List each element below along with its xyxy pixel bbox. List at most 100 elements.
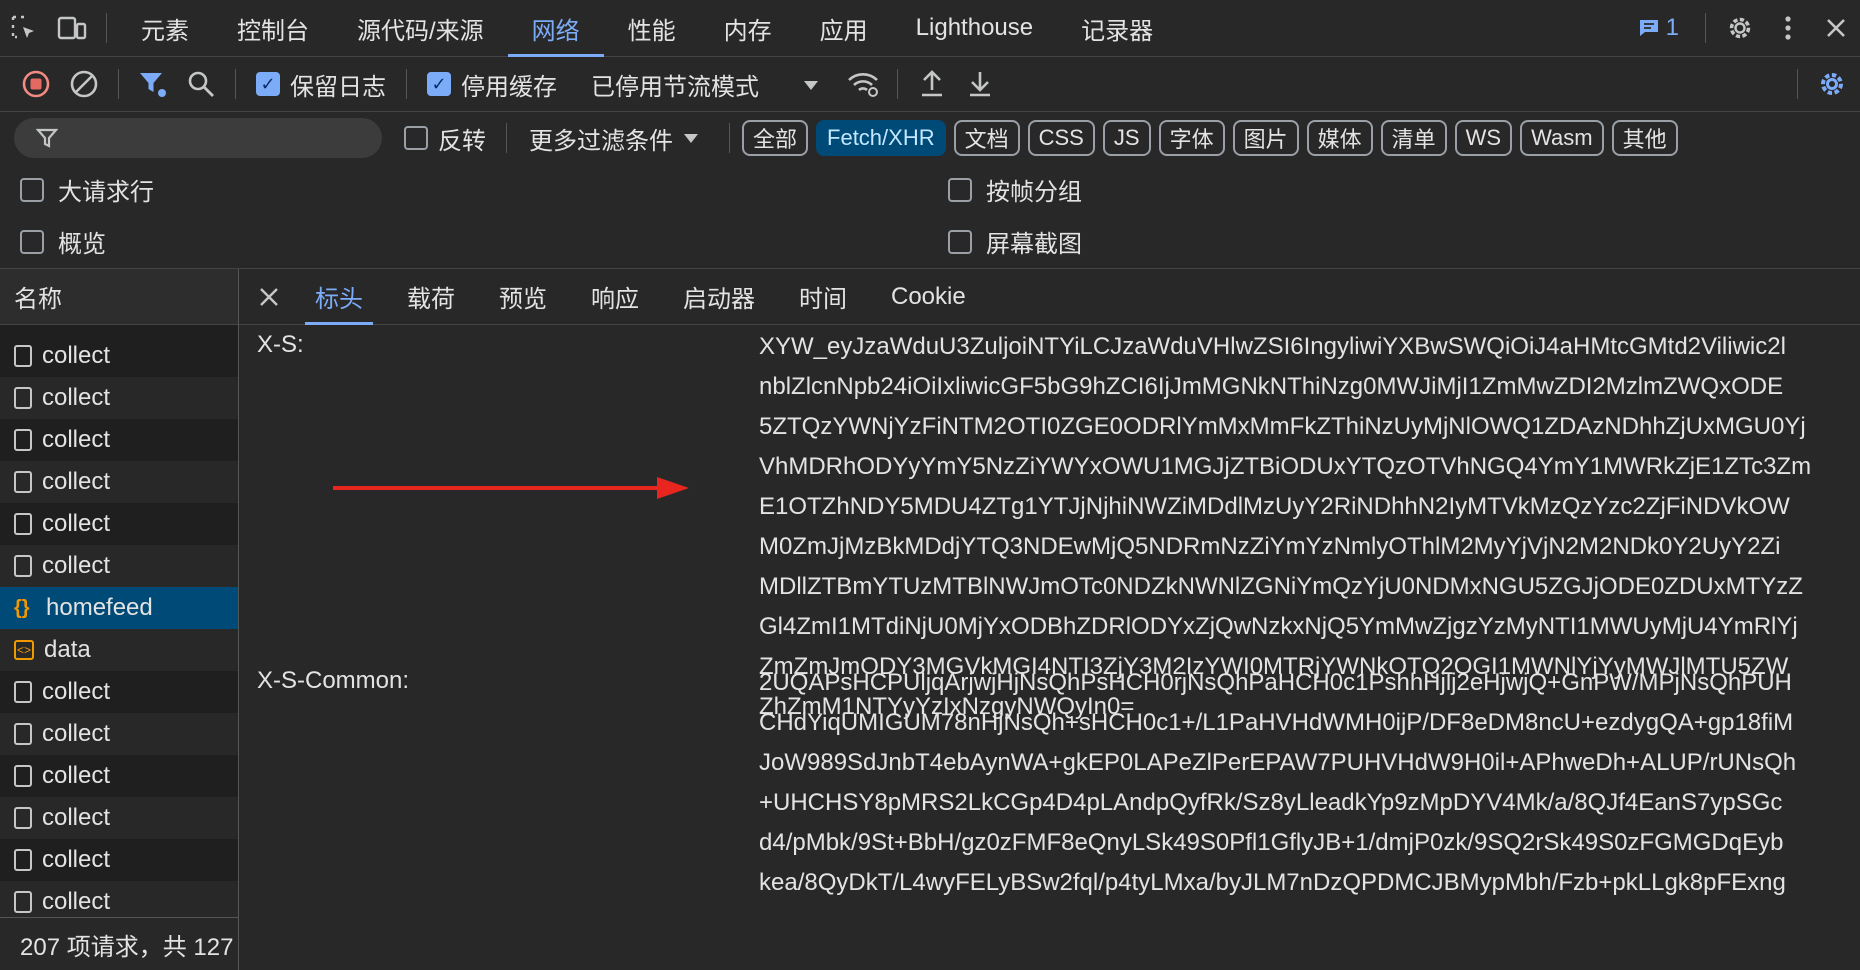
details-tab[interactable]: 时间 [777, 269, 869, 324]
document-icon [14, 513, 32, 535]
upload-icon[interactable] [908, 56, 956, 112]
request-row[interactable]: collect [0, 755, 238, 797]
tab-performance[interactable]: 性能 [604, 0, 700, 56]
request-row[interactable]: {} homefeed [0, 587, 238, 629]
tab-sources[interactable]: 源代码/来源 [333, 0, 508, 56]
network-conditions-icon[interactable] [839, 56, 887, 112]
details-tab[interactable]: 响应 [569, 269, 661, 324]
request-row[interactable]: collect [0, 419, 238, 461]
filter-chip[interactable]: 清单 [1380, 120, 1447, 156]
filter-chip[interactable]: WS [1454, 120, 1513, 156]
group-by-frame-checkbox[interactable]: 按帧分组 [948, 172, 1082, 207]
close-icon[interactable] [1812, 0, 1860, 56]
filter-icon[interactable] [129, 56, 177, 112]
invert-checkbox[interactable]: 反转 [404, 121, 486, 156]
download-icon[interactable] [956, 56, 1004, 112]
tab-application[interactable]: 应用 [796, 0, 892, 56]
screenshots-checkbox[interactable]: 屏幕截图 [948, 224, 1082, 259]
more-vertical-icon[interactable] [1764, 0, 1812, 56]
header-name: X-S: [257, 331, 304, 358]
preserve-log-checkbox[interactable]: ✓ 保留日志 [256, 67, 386, 102]
tab-network[interactable]: 网络 [507, 0, 604, 57]
details-tab[interactable]: Cookie [869, 269, 988, 324]
separator [1705, 13, 1706, 43]
tab-elements[interactable]: 元素 [117, 0, 213, 56]
record-stop-icon[interactable] [12, 56, 60, 112]
checkbox-checked-icon: ✓ [256, 72, 280, 96]
tab-memory[interactable]: 内存 [700, 0, 796, 56]
filter-input[interactable] [14, 118, 382, 158]
checkbox-unchecked-icon [948, 177, 972, 202]
throttle-select[interactable]: 已停用节流模式 [591, 67, 819, 102]
checkbox-unchecked-icon [20, 177, 44, 202]
details-tab[interactable]: 载荷 [385, 269, 477, 324]
list-scroll-edge [0, 325, 238, 335]
request-rows: collect collect collect collect collect colle… [0, 335, 238, 923]
request-row[interactable]: collect [0, 461, 238, 503]
filter-chip[interactable]: CSS [1027, 120, 1095, 156]
request-row[interactable]: collect [0, 797, 238, 839]
separator [406, 69, 407, 99]
tab-lighthouse[interactable]: Lighthouse [892, 0, 1057, 56]
request-row[interactable]: collect [0, 335, 238, 377]
filter-chip[interactable]: Fetch/XHR [816, 120, 946, 156]
preserve-log-label: 保留日志 [290, 73, 386, 101]
network-panel-body: 名称 collect collect collect collect collect co… [0, 268, 1860, 970]
search-icon[interactable] [177, 56, 225, 112]
request-row[interactable]: <> data [0, 629, 238, 671]
details-tab[interactable]: 启动器 [661, 269, 777, 324]
filter-chip[interactable]: Wasm [1520, 120, 1604, 156]
separator [235, 69, 236, 99]
separator [729, 123, 730, 153]
status-summary: 207 项请求，共 127 [0, 917, 238, 970]
header-value: 2UQAPsHCPUljqArjwjHjNsQhPsHCH0rjNsQhPaHC… [759, 663, 1850, 903]
request-name: collect [42, 888, 111, 915]
request-row[interactable]: collect [0, 503, 238, 545]
details-tab[interactable]: 预览 [477, 269, 569, 324]
network-settings-gear-icon[interactable] [1808, 56, 1856, 112]
gear-icon[interactable] [1716, 0, 1764, 56]
filter-chip[interactable]: 全部 [742, 120, 809, 156]
request-row[interactable]: collect [0, 713, 238, 755]
header-value-line: 5ZTQzYWNjYzFiNTM2OTI0ZGE0ODRlYmMxMmFkZTh… [759, 413, 1806, 440]
filter-chip[interactable]: 文档 [953, 120, 1020, 156]
separator [506, 123, 507, 153]
header-value-line: kea/8QyDkT/L4wyFELyBSw2fql/p4tyLMxa/byJL… [759, 869, 1786, 896]
separator [1797, 69, 1798, 99]
filter-chip[interactable]: JS [1102, 120, 1151, 156]
request-details: 标头 载荷 预览 响应 启动器 时间 Cookie X-S: XYW_eyJzaWduU3Z… [239, 269, 1860, 970]
device-toolbar-icon[interactable] [48, 0, 96, 56]
tab-console[interactable]: 控制台 [213, 0, 333, 56]
header-value-line: d4/pMbk/9St+BbH/gz0zFMF8eQnyLSk49S0Pfl1G… [759, 829, 1784, 856]
request-row[interactable]: collect [0, 839, 238, 881]
clear-icon[interactable] [60, 56, 108, 112]
filter-chip[interactable]: 其他 [1611, 120, 1678, 156]
filter-chip[interactable]: 图片 [1232, 120, 1299, 156]
request-name: collect [42, 720, 111, 747]
request-name: collect [42, 384, 111, 411]
document-icon [14, 723, 32, 745]
close-details-icon[interactable] [245, 269, 293, 325]
disable-cache-checkbox[interactable]: ✓ 停用缓存 [427, 67, 557, 102]
details-tab[interactable]: 标头 [293, 269, 385, 325]
overview-checkbox[interactable]: 概览 [20, 224, 106, 259]
screenshots-label: 屏幕截图 [986, 231, 1082, 258]
tab-recorder[interactable]: 记录器 [1057, 0, 1177, 56]
filter-chip[interactable]: 媒体 [1306, 120, 1373, 156]
header-value-line: JoW989SdJnbT4ebAynWA+gkEP0LAPeZlPerEPAW7… [759, 749, 1797, 776]
request-row[interactable]: collect [0, 671, 238, 713]
request-list: 名称 collect collect collect collect collect co… [0, 269, 239, 970]
request-row[interactable]: collect [0, 545, 238, 587]
name-column-header[interactable]: 名称 [0, 269, 238, 325]
filter-chip[interactable]: 字体 [1158, 120, 1225, 156]
group-by-frame-label: 按帧分组 [986, 179, 1082, 206]
request-row[interactable]: collect [0, 377, 238, 419]
request-name: data [44, 636, 91, 663]
big-request-rows-checkbox[interactable]: 大请求行 [20, 172, 154, 207]
document-icon [14, 555, 32, 577]
more-filters-label: 更多过滤条件 [529, 127, 673, 155]
more-filters-dropdown[interactable]: 更多过滤条件 [529, 121, 699, 156]
issues-button[interactable]: 1 [1622, 14, 1695, 42]
header-value-line: XYW_eyJzaWduU3ZuljoiNTYiLCJzaWduVHlwZSI6… [759, 333, 1786, 360]
inspect-element-icon[interactable] [0, 0, 48, 56]
